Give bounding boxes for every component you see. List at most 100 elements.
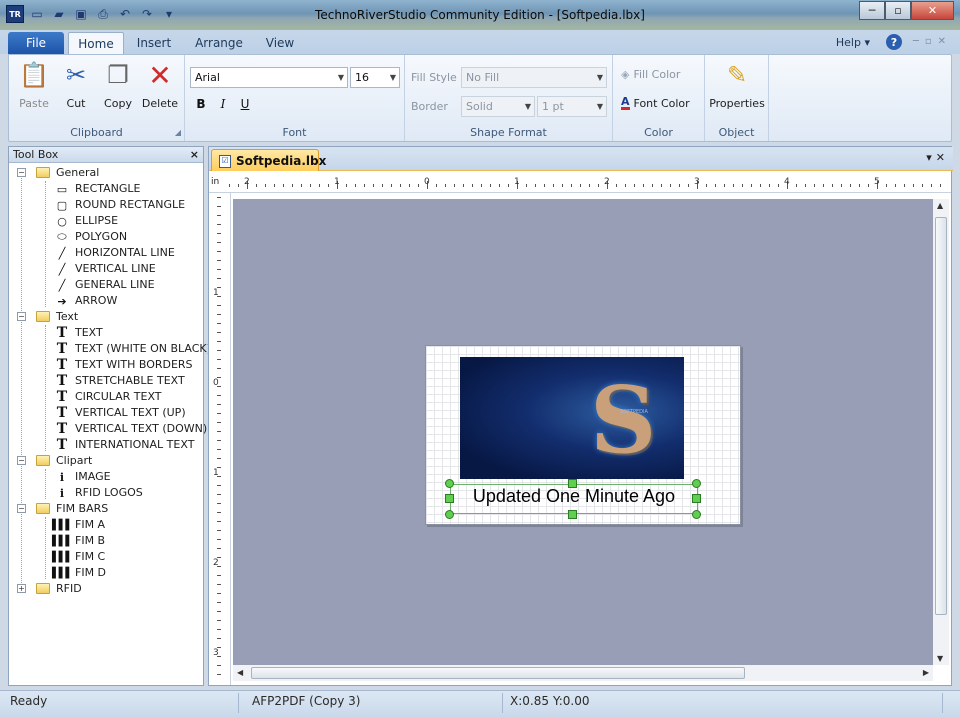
text-t-icon: T bbox=[56, 373, 68, 389]
border-style-select[interactable]: Solid ▼ bbox=[461, 96, 535, 117]
round-rectangle-icon: ▢ bbox=[56, 198, 68, 212]
tab-home[interactable]: Home bbox=[68, 32, 124, 54]
scroll-left-icon[interactable]: ◀ bbox=[237, 668, 243, 677]
fill-style-select[interactable]: No Fill ▼ bbox=[461, 67, 607, 88]
bold-button[interactable]: B bbox=[192, 95, 210, 113]
tool-horizontal-line[interactable]: ╱ HORIZONTAL LINE bbox=[9, 245, 203, 261]
font-color-button[interactable]: A Font Color bbox=[621, 96, 690, 110]
collapse-icon[interactable]: − bbox=[17, 312, 26, 321]
tool-vertical-line[interactable]: ╱ VERTICAL LINE bbox=[9, 261, 203, 277]
underline-button[interactable]: U bbox=[236, 95, 254, 113]
italic-button[interactable]: I bbox=[214, 95, 232, 113]
tree-folder-fim-bars[interactable]: − FIM BARS bbox=[9, 501, 203, 517]
tool-fim-b[interactable]: ▌▌▌ FIM B bbox=[9, 533, 203, 549]
properties-button[interactable]: ✎ Properties bbox=[709, 59, 765, 113]
tool-ellipse[interactable]: ○ ELLIPSE bbox=[9, 213, 203, 229]
resize-handle[interactable] bbox=[692, 494, 701, 503]
tree-folder-clipart[interactable]: − Clipart bbox=[9, 453, 203, 469]
ruler-tick bbox=[217, 593, 221, 594]
help-icon[interactable]: ? bbox=[886, 34, 902, 50]
resize-handle[interactable] bbox=[568, 479, 577, 488]
ruler-tick bbox=[625, 184, 626, 187]
line-icon: ╱ bbox=[58, 246, 66, 260]
ruler-tick bbox=[217, 269, 221, 270]
tool-stretchable-text[interactable]: T STRETCHABLE TEXT bbox=[9, 373, 203, 389]
expand-icon[interactable]: + bbox=[17, 584, 26, 593]
scroll-right-icon[interactable]: ▶ bbox=[923, 668, 929, 677]
border-width-select[interactable]: 1 pt ▼ bbox=[537, 96, 607, 117]
tool-round-rectangle[interactable]: ▢ ROUND RECTANGLE bbox=[9, 197, 203, 213]
tree-folder-rfid[interactable]: + RFID bbox=[9, 581, 203, 597]
tool-fim-a[interactable]: ▌▌▌ FIM A bbox=[9, 517, 203, 533]
scroll-thumb[interactable] bbox=[935, 217, 947, 615]
tool-general-line[interactable]: ╱ GENERAL LINE bbox=[9, 277, 203, 293]
tool-international-text[interactable]: T INTERNATIONAL TEXT bbox=[9, 437, 203, 453]
paste-button[interactable]: 📋 Paste bbox=[13, 59, 55, 113]
maximize-button[interactable]: ▫ bbox=[885, 1, 911, 20]
ribbon-window-controls-icon[interactable]: ─▫✕ bbox=[913, 36, 952, 47]
tool-arrow[interactable]: ➔ ARROW bbox=[9, 293, 203, 309]
font-family-select[interactable]: Arial ▼ bbox=[190, 67, 348, 88]
text-t-icon: T bbox=[56, 405, 68, 421]
dialog-launcher-icon[interactable]: ◢ bbox=[175, 128, 181, 137]
tab-arrange[interactable]: Arrange bbox=[192, 32, 246, 54]
scroll-up-icon[interactable]: ▲ bbox=[937, 201, 943, 210]
ruler-tick bbox=[217, 629, 221, 630]
ruler-tick bbox=[217, 314, 221, 315]
fill-color-button[interactable]: ◈ Fill Color bbox=[621, 68, 680, 81]
resize-handle[interactable] bbox=[445, 494, 454, 503]
resize-handle[interactable] bbox=[568, 510, 577, 519]
barcode-icon: ▌▌▌ bbox=[51, 519, 73, 531]
design-canvas[interactable]: S SOFTPEDIA Updated One Minute Ago bbox=[233, 199, 933, 665]
document-tab-controls-icon[interactable]: ▾✕ bbox=[926, 151, 949, 164]
ruler-label: 1 bbox=[334, 177, 340, 187]
collapse-icon[interactable]: − bbox=[17, 456, 26, 465]
ruler-tick bbox=[217, 341, 221, 342]
tool-fim-d[interactable]: ▌▌▌ FIM D bbox=[9, 565, 203, 581]
tool-polygon[interactable]: ⬭ POLYGON bbox=[9, 229, 203, 245]
tool-fim-c[interactable]: ▌▌▌ FIM C bbox=[9, 549, 203, 565]
tool-image[interactable]: i IMAGE bbox=[9, 469, 203, 485]
cut-button[interactable]: ✂ Cut bbox=[55, 59, 97, 113]
ruler-tick bbox=[217, 449, 221, 450]
tool-text-white-on-black[interactable]: T TEXT (WHITE ON BLACK) bbox=[9, 341, 211, 357]
copy-button[interactable]: ❐ Copy bbox=[97, 59, 139, 113]
tab-file[interactable]: File bbox=[8, 32, 64, 54]
font-size-select[interactable]: 16 ▼ bbox=[350, 67, 400, 88]
resize-handle[interactable] bbox=[445, 510, 454, 519]
label-image[interactable]: S SOFTPEDIA bbox=[460, 357, 684, 479]
resize-handle[interactable] bbox=[445, 479, 454, 488]
scroll-thumb[interactable] bbox=[251, 667, 745, 679]
tab-document[interactable]: ☑ Softpedia.lbx bbox=[211, 149, 326, 171]
tool-text-with-borders[interactable]: T TEXT WITH BORDERS bbox=[9, 357, 203, 373]
tool-rfid-logos[interactable]: i RFID LOGOS bbox=[9, 485, 203, 501]
ruler-tick bbox=[382, 184, 383, 187]
tool-vertical-text-down[interactable]: T VERTICAL TEXT (DOWN) bbox=[9, 421, 207, 437]
minimize-button[interactable]: ─ bbox=[859, 1, 885, 20]
tab-view[interactable]: View bbox=[258, 32, 302, 54]
vertical-scrollbar[interactable]: ▲ ▼ bbox=[933, 199, 949, 665]
close-icon[interactable]: × bbox=[190, 147, 199, 162]
ruler-label: 3 bbox=[213, 648, 219, 658]
tab-insert[interactable]: Insert bbox=[130, 32, 178, 54]
resize-handle[interactable] bbox=[692, 479, 701, 488]
collapse-icon[interactable]: − bbox=[17, 168, 26, 177]
horizontal-scrollbar[interactable]: ◀ ▶ bbox=[233, 665, 933, 681]
tree-folder-text[interactable]: − Text bbox=[9, 309, 203, 325]
ruler-tick bbox=[217, 260, 221, 261]
ruler-tick bbox=[217, 494, 221, 495]
clipboard-group-label: Clipboard bbox=[70, 126, 123, 139]
tool-text[interactable]: T TEXT bbox=[9, 325, 203, 341]
ruler-tick bbox=[301, 184, 302, 187]
resize-handle[interactable] bbox=[692, 510, 701, 519]
tool-rectangle[interactable]: ▭ RECTANGLE bbox=[9, 181, 203, 197]
tool-circular-text[interactable]: T CIRCULAR TEXT bbox=[9, 389, 203, 405]
collapse-icon[interactable]: − bbox=[17, 504, 26, 513]
tree-folder-general[interactable]: − General bbox=[9, 165, 203, 181]
tool-vertical-text-up[interactable]: T VERTICAL TEXT (UP) bbox=[9, 405, 203, 421]
delete-button[interactable]: ✕ Delete bbox=[139, 59, 181, 113]
help-menu[interactable]: Help ▾ bbox=[836, 36, 870, 49]
label-page[interactable]: S SOFTPEDIA Updated One Minute Ago bbox=[425, 345, 741, 525]
scroll-down-icon[interactable]: ▼ bbox=[937, 654, 943, 663]
close-window-button[interactable]: ✕ bbox=[911, 1, 954, 20]
